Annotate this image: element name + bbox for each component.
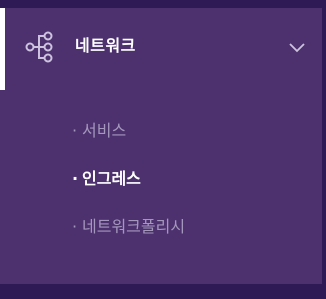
submenu-item-label: 인그레스 xyxy=(82,169,141,188)
submenu-item-label: 서비스 xyxy=(82,121,127,140)
submenu-item-label: 네트워크폴리시 xyxy=(82,217,186,236)
sidebar-panel: 네트워크 · 서비스 · 인그레스 · 네트워크폴리시 xyxy=(0,8,322,284)
submenu-item-network-policy[interactable]: · 네트워크폴리시 xyxy=(72,214,185,262)
submenu-item-service[interactable]: · 서비스 xyxy=(72,118,185,166)
submenu-item-ingress[interactable]: · 인그레스 xyxy=(72,166,185,214)
bullet: · xyxy=(72,217,78,236)
network-topology-icon xyxy=(25,31,53,63)
active-indicator xyxy=(0,8,5,90)
bullet: · xyxy=(72,121,78,140)
network-submenu: · 서비스 · 인그레스 · 네트워크폴리시 xyxy=(72,118,185,262)
nav-group-label: 네트워크 xyxy=(75,36,136,55)
nav-group-network[interactable]: 네트워크 xyxy=(0,8,322,90)
bullet: · xyxy=(72,169,79,188)
chevron-down-icon[interactable] xyxy=(288,42,306,54)
